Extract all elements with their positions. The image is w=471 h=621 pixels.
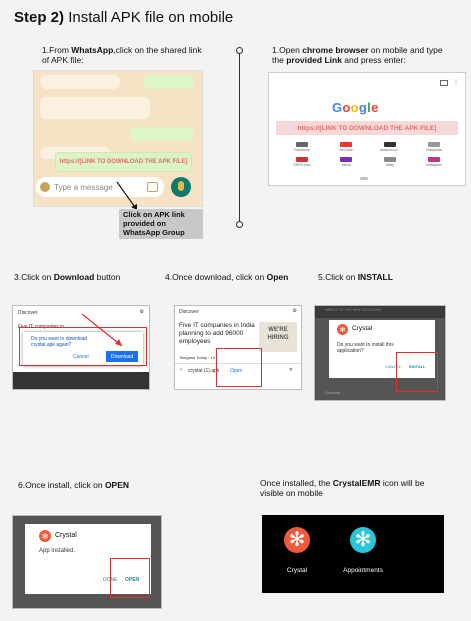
step3-caption: 3.Click on Download button [14,272,121,282]
chrome-bottom-handle [360,177,368,180]
news-source: Telegana Today · 1d [179,355,215,360]
apk-link-bubble[interactable]: https://[LINK TO DOWNLOAD THE APK FILE] [55,152,192,172]
crystal-app-icon: ✻ [39,530,51,542]
discover-label: Discover [179,309,199,315]
highlight-box [216,348,262,387]
highlight-box [110,558,150,598]
shortcut-tile[interactable]: Instagram [412,157,456,167]
settings-icon: ⚙ [292,308,297,314]
install-status: App installed. [39,548,76,554]
shortcut-grid: Facebook YouTube Amazon.co... Wikipedia ESPN… [280,142,456,167]
crystal-app-icon[interactable]: ✻ [284,527,310,553]
step1-caption: 1.From WhatsApp,click on the shared link… [42,45,202,65]
dark-band [13,372,149,389]
shortcut-tile[interactable]: Facebook [280,142,324,152]
tabs-icon[interactable] [440,80,448,86]
shortcut-tile[interactable]: Yahoo [324,157,368,167]
shortcut-icon [340,142,352,147]
hiring-thumbnail: WE'RE HIRING [259,322,297,352]
shortcut-label: Yahoo [341,163,351,167]
file-name: crystal (1).apk [188,368,220,374]
step6-caption: 6.Once install, click on OPEN [18,480,130,490]
news-headline: Five IT companies in India planning to a… [179,322,255,345]
shortcut-icon [428,142,440,147]
shortcut-tile[interactable]: ESPN.com [280,157,324,167]
shortcut-icon [384,157,396,162]
shortcut-label: eBay [386,163,394,167]
shortcut-icon [296,142,308,147]
background-text: IMPACT OF THE HIRE DECISIONS [315,306,445,318]
close-icon[interactable]: ✕ [289,367,293,373]
shortcut-icon [296,157,308,162]
shortcut-icon [340,157,352,162]
google-logo: Google [332,100,379,115]
divider-line [239,50,240,225]
app-name: Crystal [352,325,373,332]
shortcut-label: ESPN.com [293,163,311,167]
page-title: Step 2) Install APK file on mobile [14,9,234,26]
divider-node-top [236,47,243,54]
shortcut-label: YouTube [339,148,353,152]
appointments-app-icon[interactable]: ✻ [350,527,376,553]
shortcut-tile[interactable]: Wikipedia [412,142,456,152]
pointer-arrow [81,313,123,347]
divider-node-bottom [236,221,243,228]
chrome-address-bar[interactable]: https://[LINK TO DOWNLOAD THE APK FILE] [276,121,458,135]
shortcut-tile[interactable]: YouTube [324,142,368,152]
message-placeholder: Type a message [54,182,113,192]
menu-icon[interactable]: ⋮ [453,79,459,86]
app-label-appointments: Appointments [343,567,383,574]
crystal-app-icon: ✻ [337,324,348,335]
step1b-caption: 1.Open chrome browser on mobile and type… [272,45,443,65]
step5-caption: 5.Click on INSTALL [318,272,393,282]
tooltip-note: Click on APK link provided on WhatsApp G… [119,209,203,239]
homescreen-screenshot: ✻ Crystal ✻ Appointments [262,515,444,593]
shortcut-label: Wikipedia [426,148,442,152]
discover-label: Discover [18,310,38,316]
app-label-crystal: Crystal [286,567,308,574]
mic-button[interactable] [171,177,191,197]
shortcut-label: Amazon.co... [379,148,401,152]
settings-icon: ⚙ [139,309,144,315]
shortcut-tile[interactable]: Amazon.co... [368,142,412,152]
app-name: Crystal [55,532,77,539]
shortcut-tile[interactable]: eBay [368,157,412,167]
step4-caption: 4.Once download, click on Open [165,272,289,282]
camera-icon[interactable] [147,182,158,192]
background-text-bottom: Discover [325,390,341,395]
check-icon: ✓ [179,367,184,373]
highlight-box [396,352,438,392]
shortcut-icon [428,157,440,162]
shortcut-label: Facebook [294,148,310,152]
emoji-icon[interactable] [40,182,50,192]
shortcut-label: Instagram [426,163,442,167]
step7-caption: Once installed, the CrystalEMR icon will… [260,478,425,498]
shortcut-icon [384,142,396,147]
